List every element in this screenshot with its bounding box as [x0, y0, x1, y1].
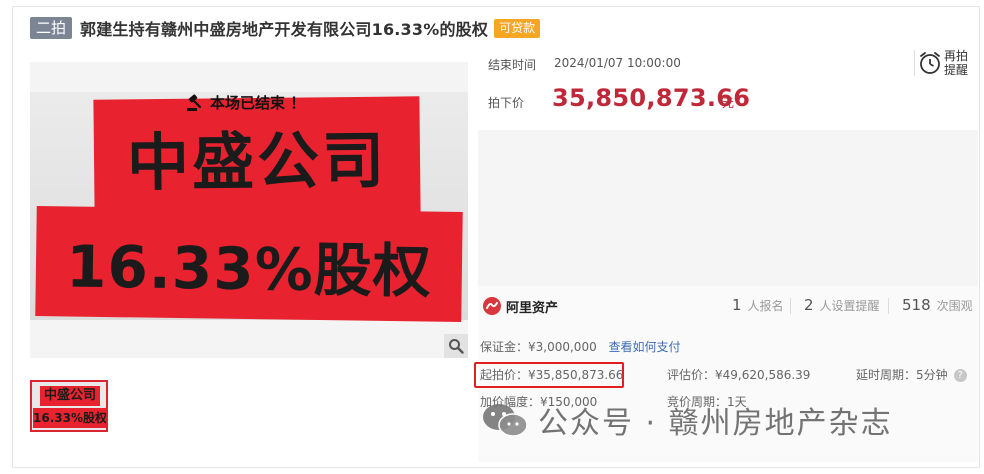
thumbnail-1[interactable]: 中盛公司 16.33%股权 — [30, 380, 108, 432]
watermark: 公众号 · 赣州房地产杂志 — [480, 398, 893, 442]
stat-signups-num: 1 — [732, 296, 742, 314]
stat-reminders-num: 2 — [804, 296, 814, 314]
stat-views-label: 次围观 — [936, 299, 973, 313]
stat-reminders-label: 人设置提醒 — [819, 299, 880, 313]
stat-signups-label: 人报名 — [747, 299, 784, 313]
remind-label: 再拍提醒 — [944, 49, 969, 77]
photo-banner-bottom: 16.33%股权 — [35, 206, 463, 322]
stat-divider — [790, 298, 791, 314]
photo-banner-top: 中盛公司 — [93, 96, 421, 216]
extension-period: 延时周期：5分钟? — [856, 366, 967, 383]
photo-banner-bottom-text: 16.33%股权 — [65, 232, 433, 306]
auction-status-text: 本场已结束 ！ — [210, 94, 306, 112]
ali-assets-icon — [483, 297, 501, 315]
zoom-button[interactable] — [444, 334, 468, 358]
deal-price-unit: 元 — [722, 96, 735, 110]
deal-price-label: 拍下价 — [488, 96, 525, 110]
thumbnail-text-1: 中盛公司 — [40, 386, 100, 406]
loan-badge: 可贷款 — [494, 18, 541, 38]
end-time-value: 2024/01/07 10:00:00 — [554, 56, 681, 70]
title-row: 二拍 郭建生持有赣州中盛房地产开发有限公司16.33%的股权 可贷款 — [30, 16, 541, 40]
alarm-clock-icon — [920, 52, 940, 74]
thumbnail-text-2: 16.33%股权 — [33, 408, 106, 428]
remind-divider — [914, 50, 915, 76]
magnifier-icon — [449, 339, 464, 354]
status-box — [478, 130, 978, 286]
price-box: 结束时间 2024/01/07 10:00:00 拍下价 35,850,873.… — [478, 48, 978, 130]
stat-divider — [888, 298, 889, 314]
auction-status: 本场已结束 ！ — [186, 92, 305, 113]
appraisal-price: 评估价：¥49,620,586.39 — [667, 368, 811, 382]
deal-price-value: 35,850,873.66 — [552, 84, 751, 112]
help-icon[interactable]: ? — [953, 369, 967, 382]
stat-reminders: 2 人设置提醒 — [804, 296, 880, 314]
platform-logo[interactable]: 阿里资产 — [482, 296, 558, 316]
how-to-pay-link[interactable]: 查看如何支付 — [609, 340, 681, 354]
page-title: 郭建生持有赣州中盛房地产开发有限公司16.33%的股权 — [80, 20, 489, 39]
start-price: 起拍价：¥35,850,873.66 — [480, 368, 624, 382]
remind-button[interactable]: 再拍提醒 — [914, 48, 976, 78]
photo: 中盛公司 16.33%股权 — [30, 92, 468, 322]
wechat-icon — [483, 404, 528, 437]
extension-period-text: 延时周期：5分钟 — [856, 368, 948, 382]
deposit-row: 保证金：¥3,000,000 查看如何支付 — [480, 338, 681, 355]
stat-views-num: 518 — [902, 296, 931, 314]
deposit-text: 保证金：¥3,000,000 — [480, 340, 597, 354]
watermark-text: 公众号 · 赣州房地产杂志 — [538, 406, 893, 441]
round-tag: 二拍 — [30, 17, 73, 39]
end-time-label: 结束时间 — [488, 58, 537, 72]
platform-name: 阿里资产 — [506, 300, 559, 316]
photo-banner-top-text: 中盛公司 — [126, 123, 388, 200]
gavel-icon — [187, 93, 202, 111]
stat-signups: 1 人报名 — [732, 296, 784, 314]
stat-views: 518 次围观 — [902, 296, 973, 314]
